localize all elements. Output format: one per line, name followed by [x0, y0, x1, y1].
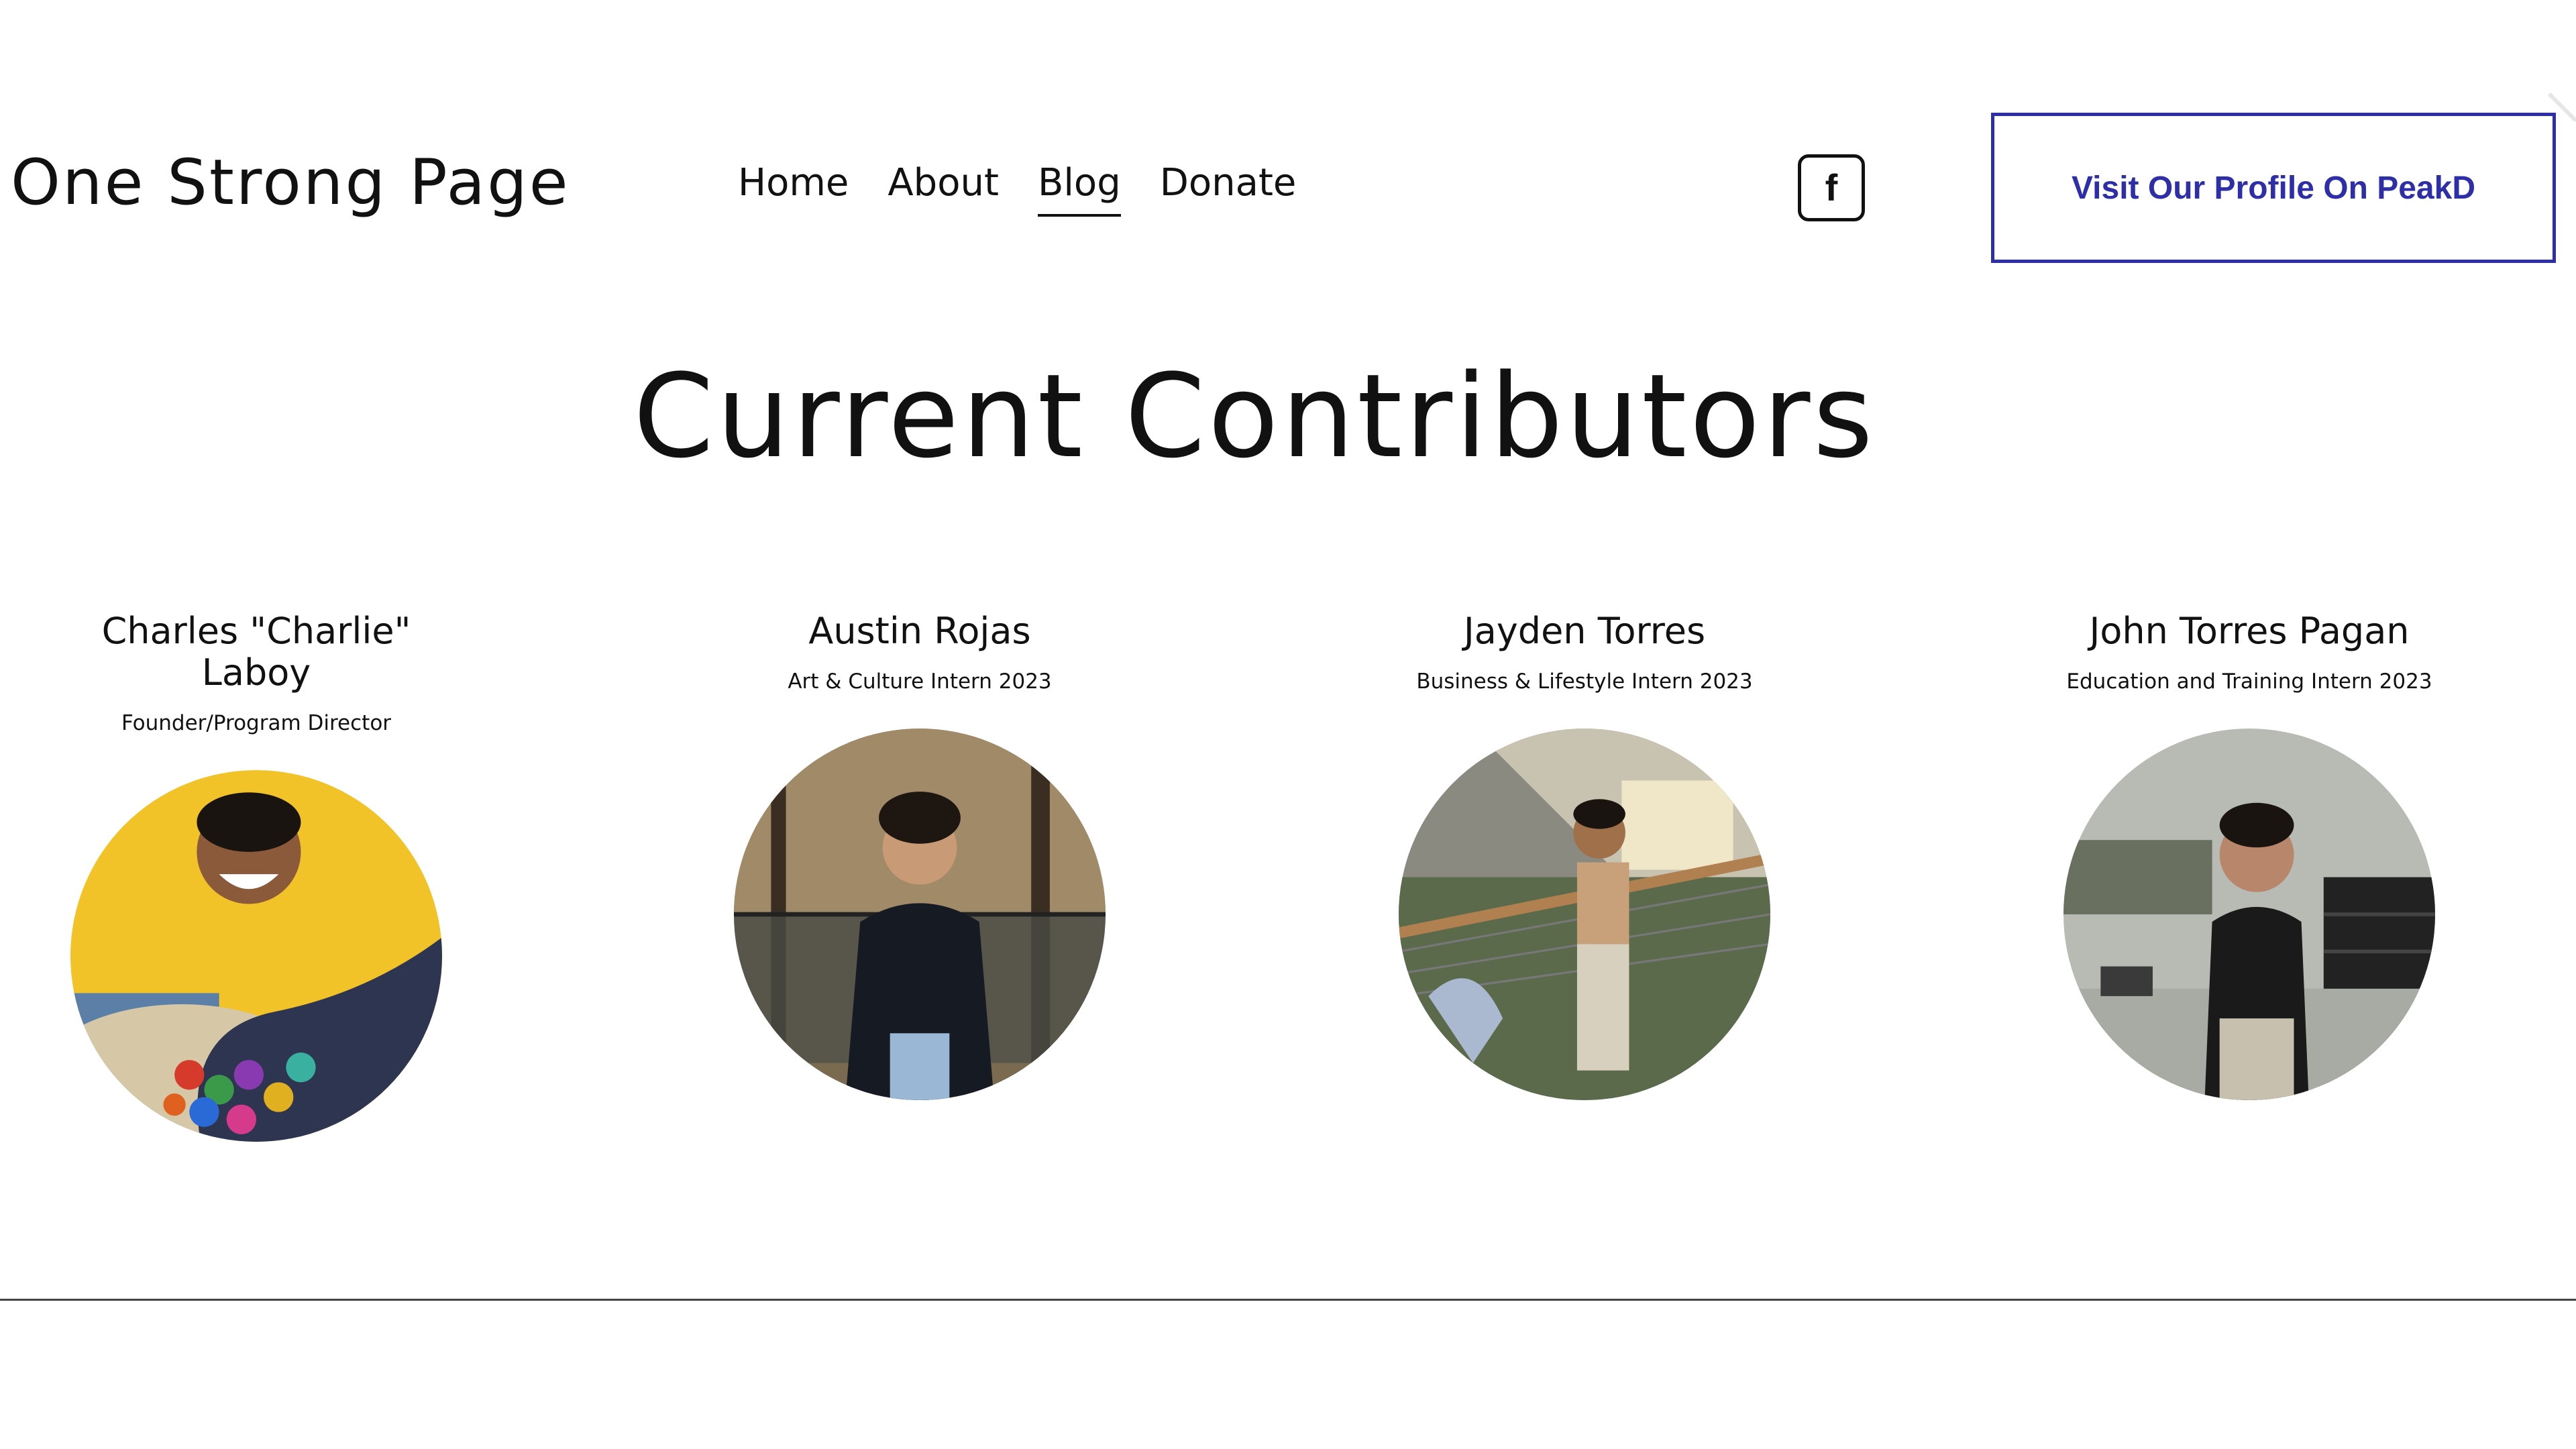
page-heading: Current Contributors: [633, 349, 1876, 484]
contributor-role: Education and Training Intern 2023: [2066, 669, 2432, 694]
nav-item-donate[interactable]: Donate: [1160, 161, 1297, 217]
main-nav: Home About Blog Donate: [738, 161, 1296, 217]
contributor-card: Jayden Torres Business & Lifestyle Inter…: [1363, 610, 1806, 1100]
nav-item-about[interactable]: About: [888, 161, 999, 217]
contributors-grid: Charles "Charlie" Laboy Founder/Program …: [0, 610, 2576, 1181]
contributor-name: John Torres Pagan: [2089, 610, 2410, 652]
contributor-name: Charles "Charlie" Laboy: [101, 610, 411, 694]
visit-peakd-button[interactable]: Visit Our Profile On PeakD: [1991, 113, 2556, 263]
corner-decoration-icon: [2547, 92, 2576, 123]
contributor-role: Business & Lifestyle Intern 2023: [1416, 669, 1753, 694]
contributor-photo: [70, 770, 442, 1142]
contributor-card: Austin Rojas Art & Culture Intern 2023: [698, 610, 1141, 1100]
footer-divider: [0, 1299, 2576, 1301]
contributor-photo: [1399, 729, 1770, 1100]
contributor-role: Founder/Program Director: [121, 711, 392, 735]
nav-item-home[interactable]: Home: [738, 161, 849, 217]
contributor-card: Charles "Charlie" Laboy Founder/Program …: [35, 610, 478, 1142]
contributor-photo: [734, 729, 1106, 1100]
facebook-icon[interactable]: f: [1798, 154, 1865, 221]
contributor-photo: [2063, 729, 2435, 1100]
page: One Strong Page Home About Blog Donate f…: [0, 0, 2576, 1449]
contributor-name: Austin Rojas: [808, 610, 1031, 652]
nav-item-blog[interactable]: Blog: [1037, 161, 1121, 217]
site-title[interactable]: One Strong Page: [11, 146, 570, 219]
contributor-name: Jayden Torres: [1463, 610, 1706, 652]
contributor-card: John Torres Pagan Education and Training…: [2028, 610, 2471, 1100]
contributor-role: Art & Culture Intern 2023: [788, 669, 1052, 694]
facebook-glyph: f: [1825, 166, 1838, 209]
